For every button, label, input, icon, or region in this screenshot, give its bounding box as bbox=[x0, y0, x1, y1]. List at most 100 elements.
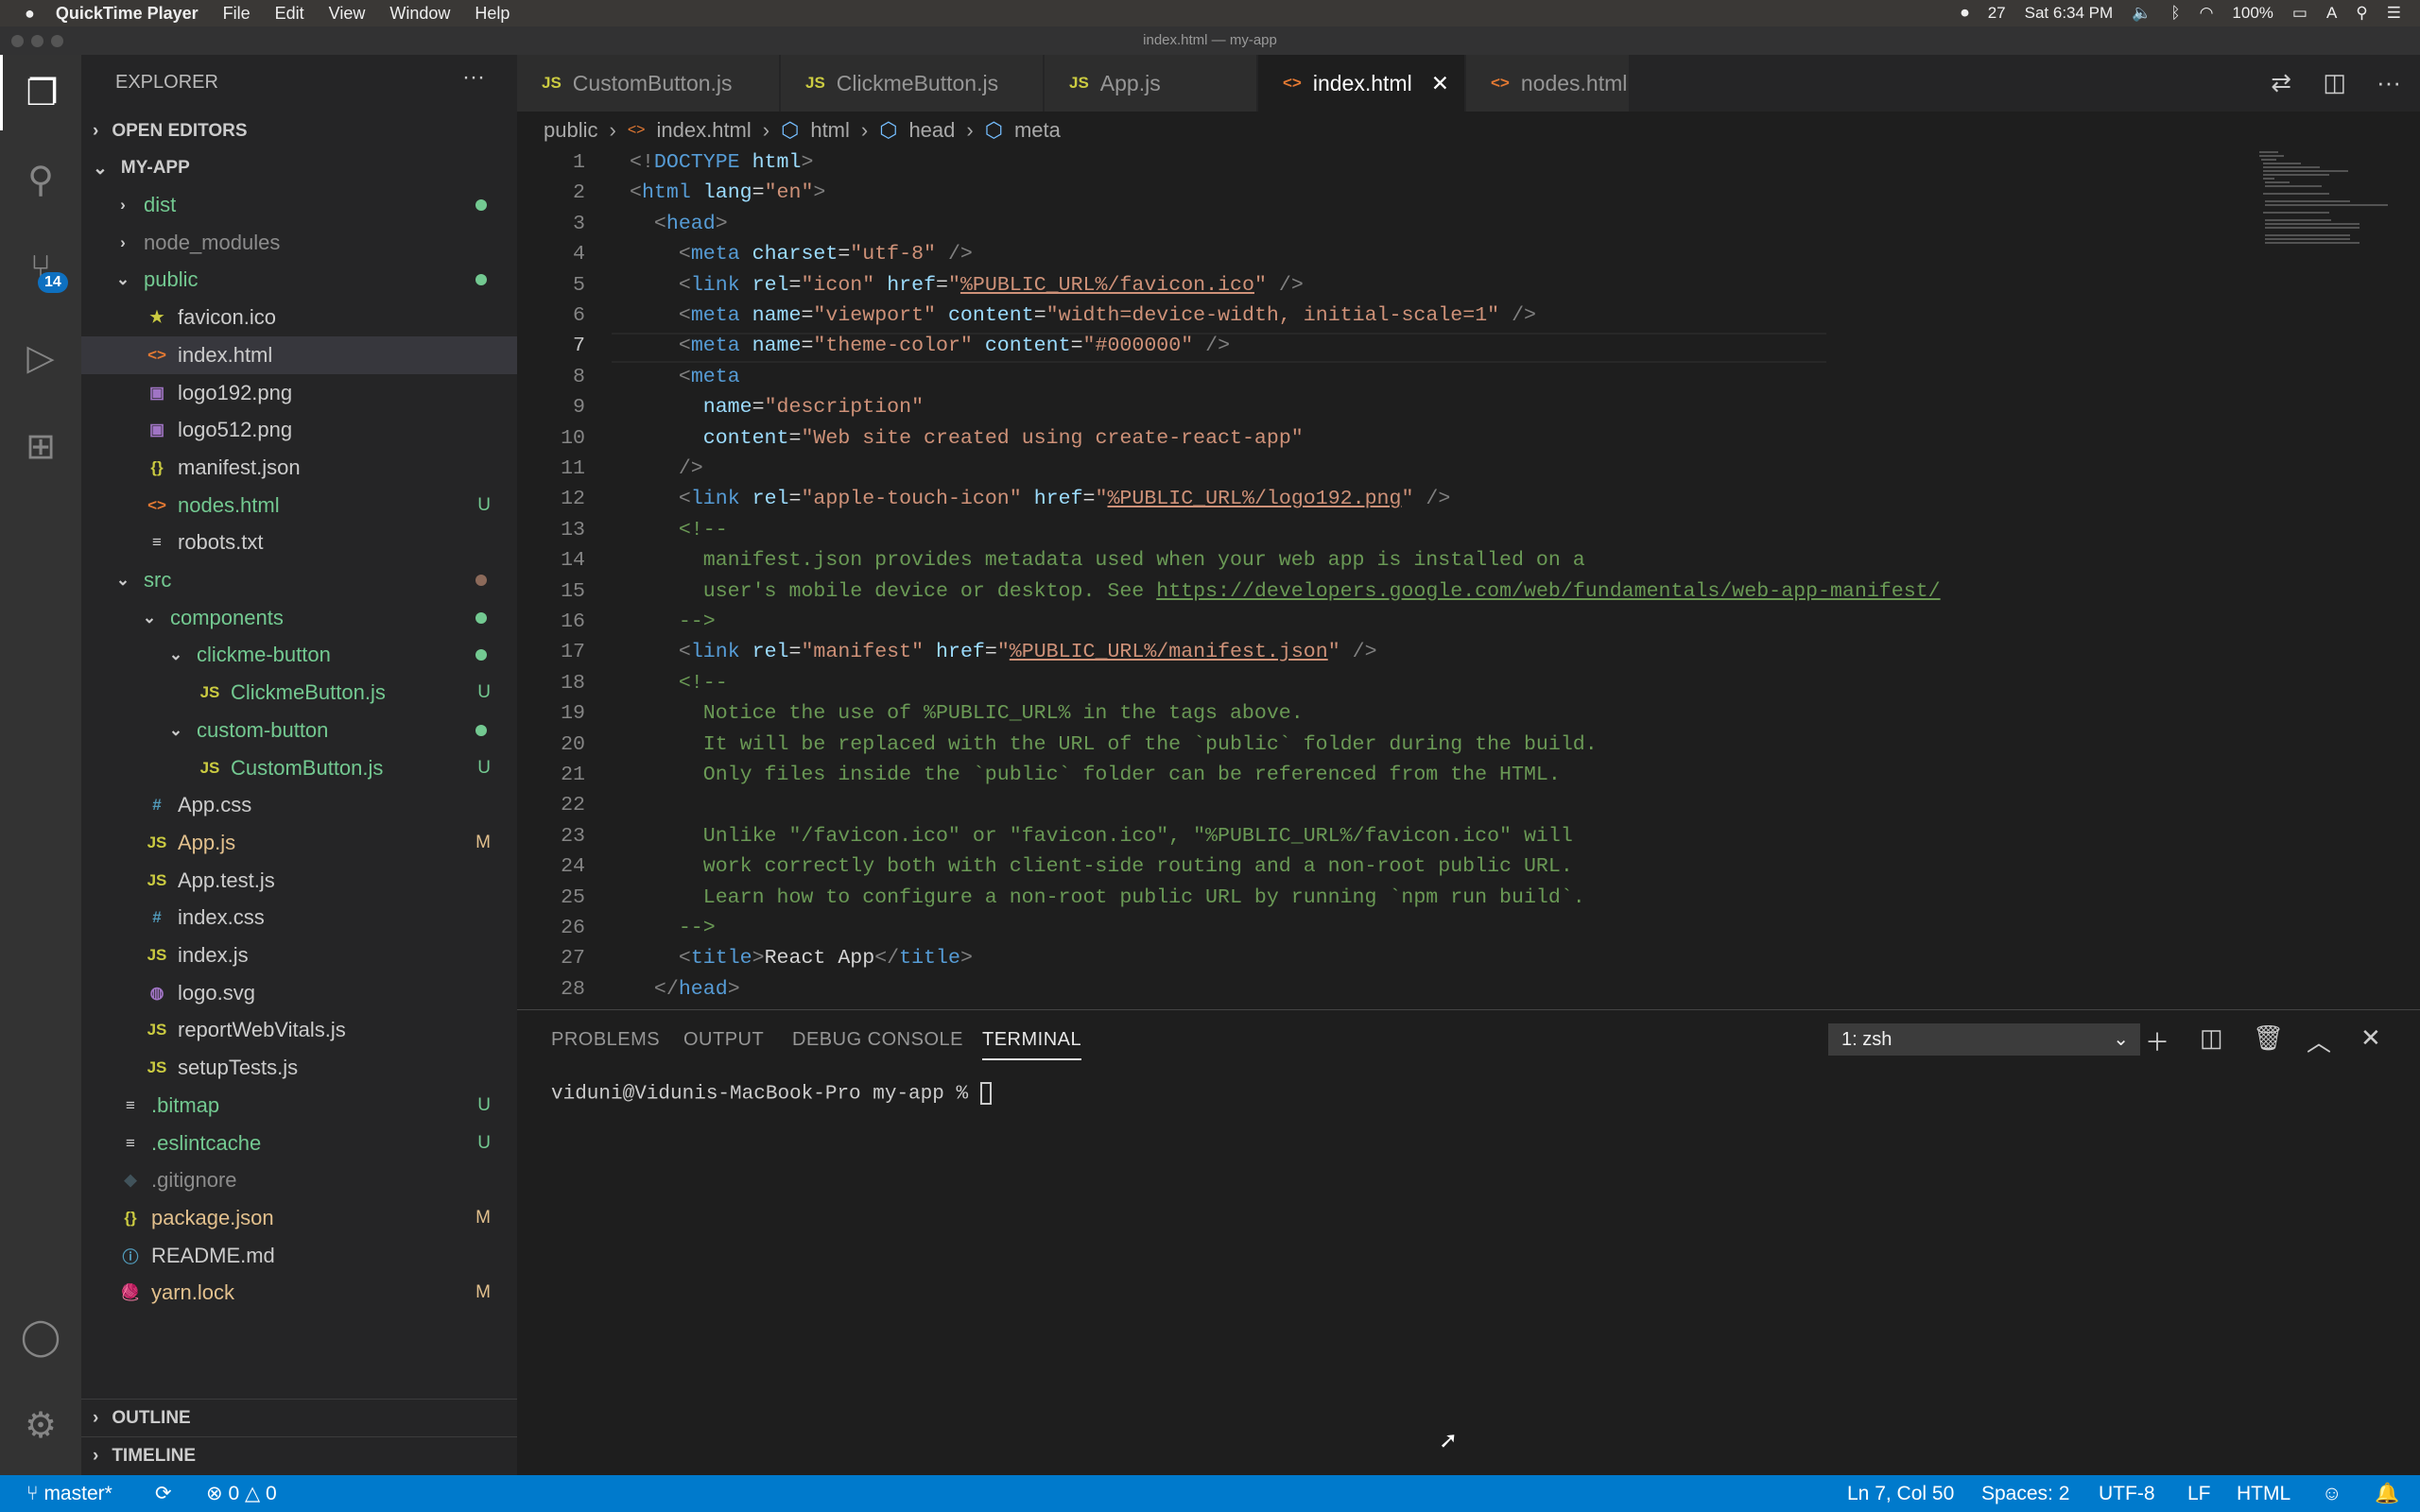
open-editors-section[interactable]: ›OPEN EDITORS bbox=[81, 112, 517, 150]
tab-app-js[interactable]: JSApp.js bbox=[1045, 55, 1256, 112]
close-tab-icon[interactable]: ✕ bbox=[1431, 71, 1449, 96]
tree-item[interactable]: ◍logo.svg bbox=[81, 974, 517, 1012]
menu-help[interactable]: Help bbox=[475, 4, 510, 24]
tree-item[interactable]: ⌄src bbox=[81, 561, 517, 599]
open-changes-icon[interactable]: ⇄ bbox=[2271, 68, 2291, 97]
sync-icon[interactable]: ⟳ bbox=[155, 1482, 172, 1505]
tree-item[interactable]: ◆.gitignore bbox=[81, 1161, 517, 1199]
breadcrumb-item[interactable]: html bbox=[810, 118, 850, 143]
tab-problems[interactable]: PROBLEMS bbox=[551, 1029, 660, 1051]
new-terminal-icon[interactable]: ＋ bbox=[2145, 1023, 2169, 1058]
maximize-panel-icon[interactable]: ︿ bbox=[2307, 1023, 2331, 1058]
tree-item[interactable]: #App.css bbox=[81, 786, 517, 824]
gear-icon[interactable]: ⚙ bbox=[0, 1387, 81, 1463]
battery-icon[interactable]: ▭ bbox=[2292, 4, 2308, 23]
tab-terminal[interactable]: TERMINAL bbox=[982, 1029, 1081, 1060]
tree-item[interactable]: ⌄clickme-button bbox=[81, 636, 517, 674]
search-icon[interactable]: ⚲ bbox=[0, 142, 81, 217]
tree-item[interactable]: ›node_modules bbox=[81, 224, 517, 262]
feedback-icon[interactable]: ☺ bbox=[2322, 1483, 2342, 1505]
tree-item[interactable]: 🧶yarn.lockM bbox=[81, 1274, 517, 1312]
extensions-icon[interactable]: ⊞ bbox=[0, 408, 81, 484]
tree-item[interactable]: ≡.bitmapU bbox=[81, 1087, 517, 1125]
breadcrumb-item[interactable]: head bbox=[908, 118, 955, 143]
input-source-icon[interactable]: A bbox=[2326, 4, 2337, 23]
trash-icon[interactable]: 🗑 bbox=[2253, 1023, 2284, 1053]
tree-item[interactable]: ≡.eslintcacheU bbox=[81, 1125, 517, 1162]
problems-indicator[interactable]: ⊗ 0 △ 0 bbox=[206, 1482, 277, 1505]
tab-clickmebutton-js[interactable]: JSClickmeButton.js bbox=[781, 55, 1043, 112]
tree-item[interactable]: ★favicon.ico bbox=[81, 299, 517, 336]
language-mode[interactable]: HTML bbox=[2237, 1483, 2290, 1505]
tree-item[interactable]: JSApp.test.js bbox=[81, 862, 517, 900]
clock[interactable]: Sat 6:34 PM bbox=[2025, 4, 2114, 23]
tab-debug-console[interactable]: DEBUG CONSOLE bbox=[792, 1029, 963, 1051]
tree-item[interactable]: <>nodes.htmlU bbox=[81, 487, 517, 524]
run-debug-icon[interactable]: ▷ bbox=[0, 319, 81, 395]
account-icon[interactable]: ◯ bbox=[0, 1298, 81, 1374]
menu-view[interactable]: View bbox=[329, 4, 366, 24]
tree-item[interactable]: #index.css bbox=[81, 899, 517, 936]
volume-icon[interactable]: 🔈 bbox=[2132, 4, 2152, 23]
tree-item[interactable]: JSreportWebVitals.js bbox=[81, 1011, 517, 1049]
spotlight-icon[interactable]: ⚲ bbox=[2356, 4, 2367, 23]
tree-item[interactable]: JSApp.jsM bbox=[81, 824, 517, 862]
tab-output[interactable]: OUTPUT bbox=[683, 1029, 764, 1051]
minimize-window-button[interactable] bbox=[31, 35, 43, 47]
menu-file[interactable]: File bbox=[223, 4, 251, 24]
explorer-more-icon[interactable]: ··· bbox=[462, 64, 485, 91]
explorer-icon[interactable]: ❐ bbox=[0, 55, 81, 130]
calendar-icon[interactable]: 27 bbox=[1988, 4, 2006, 23]
outline-section[interactable]: ›OUTLINE bbox=[81, 1399, 517, 1436]
tree-item[interactable]: ⌄components bbox=[81, 599, 517, 637]
tree-item[interactable]: ›dist bbox=[81, 186, 517, 224]
indentation[interactable]: Spaces: 2 bbox=[1981, 1483, 2069, 1505]
source-control-icon[interactable]: ⑂14 bbox=[0, 231, 81, 306]
timeline-section[interactable]: ›TIMELINE bbox=[81, 1436, 517, 1474]
breadcrumb-item[interactable]: meta bbox=[1014, 118, 1061, 143]
terminal[interactable]: viduni@Vidunis-MacBook-Pro my-app % bbox=[551, 1082, 992, 1106]
tree-item[interactable]: ▣logo192.png bbox=[81, 374, 517, 412]
battery-percent[interactable]: 100% bbox=[2232, 4, 2273, 23]
tree-item[interactable]: JSClickmeButton.jsU bbox=[81, 674, 517, 712]
tree-item[interactable]: ⌄custom-button bbox=[81, 712, 517, 749]
close-panel-icon[interactable]: ✕ bbox=[2360, 1023, 2381, 1053]
tree-item[interactable]: JSCustomButton.jsU bbox=[81, 749, 517, 787]
branch-indicator[interactable]: ⑂ master* bbox=[26, 1483, 112, 1505]
tree-item[interactable]: ⌄public bbox=[81, 261, 517, 299]
project-section[interactable]: ⌄MY-APP bbox=[81, 149, 517, 187]
record-icon[interactable]: ⏺ bbox=[1961, 4, 1969, 23]
tree-item[interactable]: {}package.jsonM bbox=[81, 1199, 517, 1237]
terminal-shell-select[interactable]: 1: zsh⌄ bbox=[1828, 1023, 2140, 1056]
tree-item[interactable]: {}manifest.json bbox=[81, 449, 517, 487]
wifi-icon[interactable]: ◠ bbox=[2200, 4, 2214, 23]
zoom-window-button[interactable] bbox=[51, 35, 63, 47]
split-editor-icon[interactable]: ◫ bbox=[2323, 68, 2346, 97]
close-window-button[interactable] bbox=[11, 35, 24, 47]
control-center-icon[interactable]: ☰ bbox=[2387, 4, 2401, 23]
tree-item[interactable]: ▣logo512.png bbox=[81, 411, 517, 449]
tab-custombutton-js[interactable]: JSCustomButton.js bbox=[517, 55, 779, 112]
notifications-icon[interactable]: 🔔 bbox=[2375, 1483, 2399, 1505]
menu-edit[interactable]: Edit bbox=[275, 4, 304, 24]
tree-item[interactable]: ⓘREADME.md bbox=[81, 1237, 517, 1275]
menu-window[interactable]: Window bbox=[389, 4, 450, 24]
breadcrumb-item[interactable]: public bbox=[544, 118, 597, 143]
cursor-position[interactable]: Ln 7, Col 50 bbox=[1847, 1483, 1954, 1505]
tab-nodes-html[interactable]: <>nodes.html bbox=[1466, 55, 1629, 112]
more-actions-icon[interactable]: ··· bbox=[2377, 68, 2401, 97]
tree-item[interactable]: JSindex.js bbox=[81, 936, 517, 974]
breadcrumb-item[interactable]: index.html bbox=[657, 118, 752, 143]
end-of-line[interactable]: LF bbox=[2187, 1483, 2211, 1505]
tree-item[interactable]: JSsetupTests.js bbox=[81, 1049, 517, 1087]
minimap[interactable] bbox=[2257, 149, 2399, 253]
menu-app-name[interactable]: QuickTime Player bbox=[56, 4, 199, 24]
code-editor[interactable]: 1<!DOCTYPE html>2<html lang="en">3 <head… bbox=[517, 149, 2420, 1009]
tree-item[interactable]: <>index.html bbox=[81, 336, 517, 374]
split-terminal-icon[interactable]: ◫ bbox=[2200, 1023, 2223, 1053]
tab-index-html[interactable]: <>index.html✕ bbox=[1258, 55, 1464, 112]
tree-item[interactable]: ≡robots.txt bbox=[81, 524, 517, 561]
encoding[interactable]: UTF-8 bbox=[2099, 1483, 2155, 1505]
apple-menu-icon[interactable]: ● bbox=[25, 4, 35, 24]
bluetooth-icon[interactable]: ᛒ bbox=[2170, 4, 2180, 23]
